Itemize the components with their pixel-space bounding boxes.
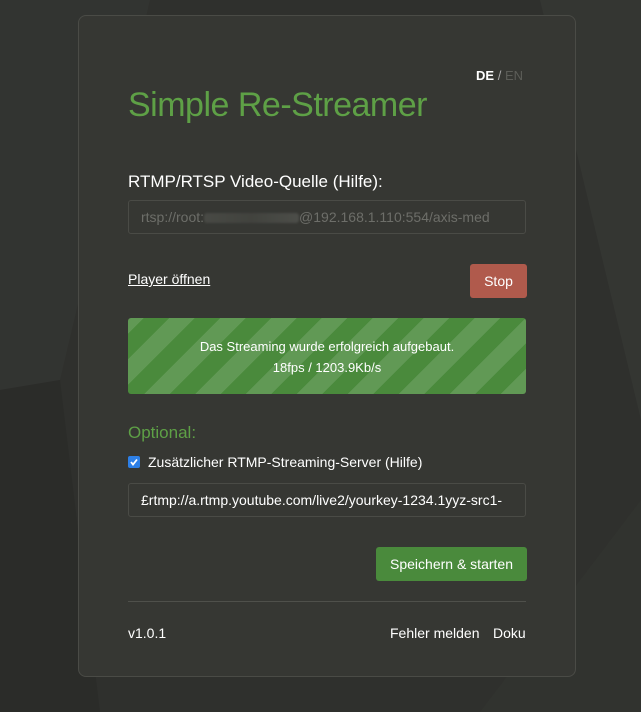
source-input[interactable]: rtsp://root: @192.168.1.110:554/axis-med [128, 200, 526, 234]
open-player-link[interactable]: Player öffnen [128, 271, 210, 287]
source-value-prefix: rtsp://root: [141, 209, 205, 225]
redacted-password [204, 213, 300, 224]
extra-server-option: Zusätzlicher RTMP-Streaming-Server (Hilf… [128, 454, 422, 470]
language-switcher: DE / EN [476, 68, 523, 83]
status-banner: Das Streaming wurde erfolgreich aufgebau… [128, 318, 526, 394]
version-label: v1.0.1 [128, 625, 167, 641]
lang-de[interactable]: DE [476, 68, 494, 83]
footer-divider [128, 601, 526, 602]
extra-server-checkbox[interactable] [128, 456, 140, 468]
page-title: Simple Re-Streamer [128, 86, 427, 124]
stop-button[interactable]: Stop [470, 264, 527, 298]
docs-link[interactable]: Doku [493, 625, 526, 641]
source-label: RTMP/RTSP Video-Quelle (Hilfe): [128, 172, 383, 191]
save-and-start-button[interactable]: Speichern & starten [376, 547, 527, 581]
main-panel: DE / EN Simple Re-Streamer RTMP/RTSP Vid… [78, 15, 576, 677]
lang-en[interactable]: EN [505, 68, 523, 83]
lang-separator: / [497, 68, 502, 83]
rtmp-server-input[interactable]: £rtmp://a.rtmp.youtube.com/live2/yourkey… [128, 483, 526, 517]
source-value-suffix: @192.168.1.110:554/axis-med [299, 209, 490, 225]
report-bug-link[interactable]: Fehler melden [390, 625, 480, 641]
extra-server-label: Zusätzlicher RTMP-Streaming-Server (Hilf… [148, 454, 423, 470]
check-icon [130, 458, 138, 466]
status-stats: 18fps / 1203.9Kb/s [272, 360, 382, 375]
optional-heading: Optional: [128, 423, 197, 442]
status-message: Das Streaming wurde erfolgreich aufgebau… [199, 339, 455, 354]
